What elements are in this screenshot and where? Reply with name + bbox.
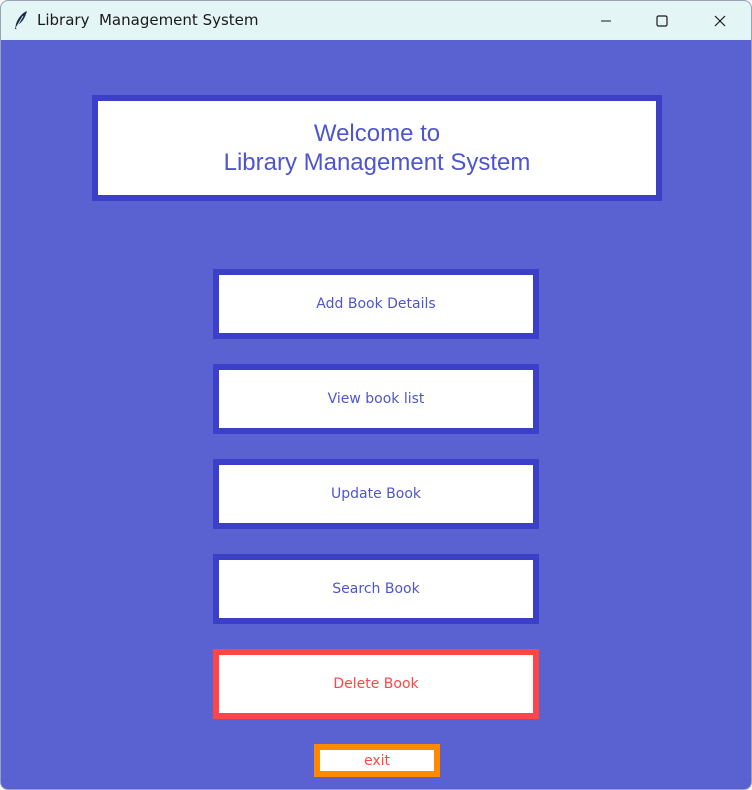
search-book-button[interactable]: Search Book	[213, 554, 539, 624]
welcome-line: Welcome to	[313, 120, 441, 147]
view-book-list-button[interactable]: View book list	[213, 364, 539, 434]
welcome-banner: Welcome to Library Management System	[92, 95, 662, 201]
app-window: Library Management System Welcome to Lib…	[0, 0, 752, 790]
title-bar[interactable]: Library Management System	[1, 1, 751, 40]
exit-button[interactable]: exit	[314, 744, 440, 777]
maximize-button[interactable]	[639, 1, 685, 40]
system-name-line: Library Management System	[223, 149, 531, 176]
update-book-button[interactable]: Update Book	[213, 459, 539, 529]
delete-book-button[interactable]: Delete Book	[213, 649, 539, 719]
feather-icon	[15, 11, 27, 29]
close-button[interactable]	[697, 1, 743, 40]
main-panel: Welcome to Library Management System Add…	[1, 40, 751, 789]
minimize-icon	[601, 20, 611, 21]
maximize-icon	[656, 14, 668, 27]
add-book-details-button[interactable]: Add Book Details	[213, 269, 539, 339]
window-title: Library Management System	[37, 11, 259, 29]
minimize-button[interactable]	[583, 1, 629, 40]
close-icon	[714, 15, 726, 26]
